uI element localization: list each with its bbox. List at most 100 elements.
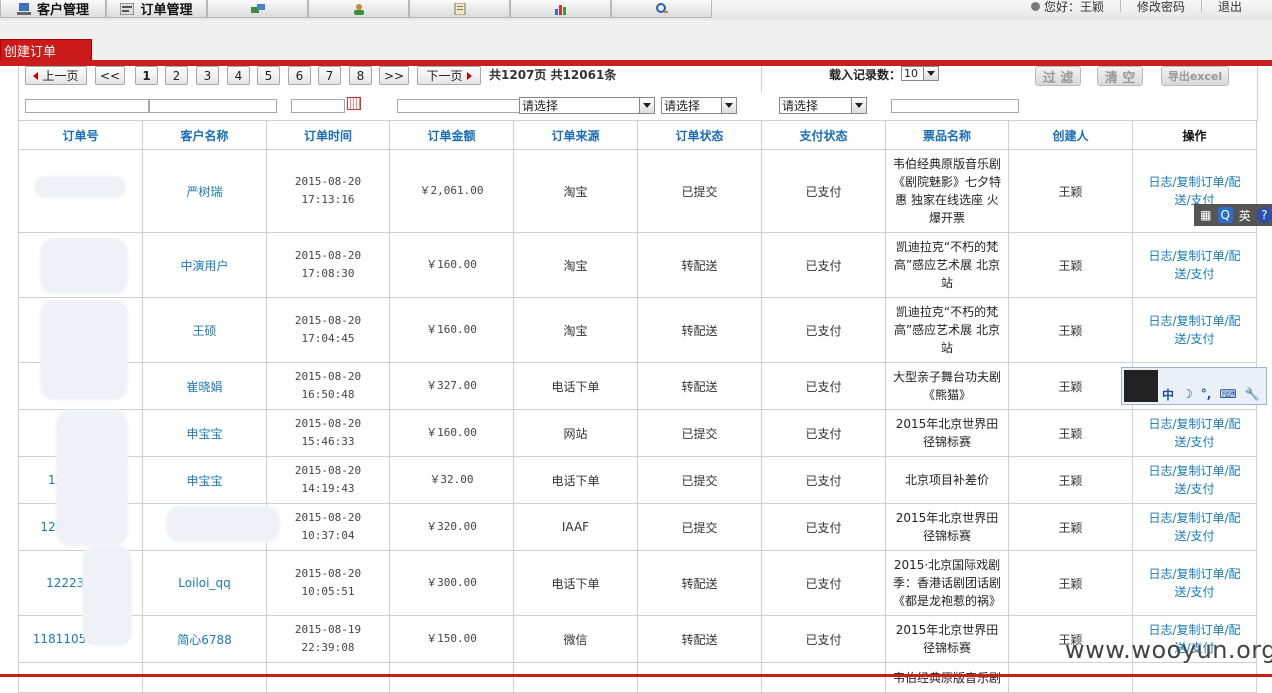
table-row[interactable]: 12 62 0崔晓娟2015-08-2016:50:48￥327.00电话下单转… (19, 363, 1257, 410)
pay-status-filter-select[interactable]: 请选择 (779, 97, 867, 114)
nav-tab-users[interactable] (308, 0, 409, 18)
customer-filter-input[interactable] (149, 99, 277, 113)
col-creator[interactable]: 创建人 (1009, 121, 1133, 150)
amount-cell: ￥150.00 (390, 616, 514, 663)
ime-search-icon[interactable]: Q (1218, 207, 1234, 223)
operations-links[interactable]: 日志/复制订单/配 (1137, 565, 1252, 583)
operations-cell[interactable]: 日志/复制订单/配送/支付 (1133, 298, 1257, 363)
operations-links[interactable]: 送/支付 (1137, 583, 1252, 601)
nav-tab-label: 客户管理 (37, 0, 89, 18)
last-page-button[interactable]: >> (379, 66, 409, 85)
amount-filter-input[interactable] (397, 99, 521, 113)
operations-links[interactable]: 日志/复制订单/配 (1137, 247, 1252, 265)
table-row[interactable]: 52827830600严树瑞2015-08-2017:13:16￥2,061.0… (19, 150, 1257, 233)
change-password-link[interactable]: 修改密码 (1137, 0, 1185, 15)
clear-button[interactable]: 清 空 (1097, 66, 1143, 86)
page-button-4[interactable]: 4 (227, 66, 250, 85)
col-source[interactable]: 订单来源 (514, 121, 638, 150)
ime-toolbar[interactable]: ▦ Q 英 ? (1194, 204, 1272, 226)
moon-icon[interactable]: ☽ (1182, 387, 1193, 401)
nav-tab-customer[interactable]: 客户管理 (0, 0, 106, 18)
page-button-7[interactable]: 7 (318, 66, 341, 85)
ime-status-panel[interactable]: 中 ☽ °, ⌨ 🔧 (1121, 367, 1267, 405)
col-order-time[interactable]: 订单时间 (267, 121, 390, 150)
prev-page-button[interactable]: 上一页 (25, 66, 87, 85)
customer-cell[interactable]: Loiloi_qq (143, 551, 267, 616)
page-button-5[interactable]: 5 (257, 66, 280, 85)
ime-language-label[interactable]: 英 (1237, 207, 1253, 223)
table-row[interactable]: 123753 00申宝宝2015-08-2014:19:43￥32.00电话下单… (19, 457, 1257, 504)
operations-links[interactable]: 日志/复制订单/配 (1137, 462, 1252, 480)
operations-cell[interactable]: 日志/复制订单/配送/支付 (1133, 233, 1257, 298)
customer-cell[interactable]: 申宝宝 (143, 457, 267, 504)
page-button-8[interactable]: 8 (349, 66, 372, 85)
load-count-select[interactable]: 10 (901, 66, 939, 81)
table-row[interactable]: 56436 0中演用户2015-08-2017:08:30￥160.00淘宝转配… (19, 233, 1257, 298)
operations-links[interactable]: 日志/复制订单/配 (1137, 509, 1252, 527)
logout-link[interactable]: 退出 (1218, 0, 1242, 15)
table-row[interactable]: 122230779Loiloi_qq2015-08-2010:05:51￥300… (19, 551, 1257, 616)
operations-cell[interactable]: 日志/复制订单/配送/支付 (1133, 410, 1257, 457)
nav-tab-transfer[interactable] (207, 0, 308, 18)
operations-cell[interactable] (1133, 663, 1257, 693)
date-filter-input[interactable] (291, 99, 345, 113)
ime-mode-label[interactable]: 中 (1162, 386, 1174, 403)
operations-links[interactable]: 送/支付 (1137, 330, 1252, 348)
operations-cell[interactable]: 日志/复制订单/配送/支付 (1133, 504, 1257, 551)
wrench-icon[interactable]: 🔧 (1245, 387, 1260, 401)
nav-tab-reports[interactable] (510, 0, 611, 18)
source-filter-select[interactable]: 请选择 (519, 97, 655, 114)
next-page-button[interactable]: 下一页 (417, 66, 481, 85)
col-status[interactable]: 订单状态 (638, 121, 762, 150)
calendar-icon[interactable] (347, 97, 361, 110)
page-button-2[interactable]: 2 (165, 66, 188, 85)
filter-button[interactable]: 过 滤 (1035, 66, 1081, 86)
operations-links[interactable]: 日志/复制订单/配 (1137, 173, 1252, 191)
help-icon[interactable]: ? (1257, 207, 1272, 223)
table-row[interactable]: 韦伯经典原版音乐剧 (19, 663, 1257, 693)
order-clock-time: 17:04:45 (271, 330, 385, 348)
col-customer[interactable]: 客户名称 (143, 121, 267, 150)
col-order-id[interactable]: 订单号 (19, 121, 143, 150)
operations-links[interactable]: 送/支付 (1137, 265, 1252, 283)
order-id-cell[interactable] (19, 663, 143, 693)
operations-cell[interactable]: 日志/复制订单/配送/支付 (1133, 551, 1257, 616)
order-id-filter-input[interactable] (25, 99, 149, 113)
table-row[interactable]: 12 441 0王硕2015-08-2017:04:45￥160.00淘宝转配送… (19, 298, 1257, 363)
col-pay-status[interactable]: 支付状态 (762, 121, 886, 150)
keyboard-grid-icon[interactable]: ▦ (1198, 207, 1214, 223)
operations-links[interactable]: 送/支付 (1137, 480, 1252, 498)
page-button-6[interactable]: 6 (288, 66, 311, 85)
status-filter-select[interactable]: 请选择 (661, 97, 737, 114)
customer-cell[interactable]: 中演用户 (143, 233, 267, 298)
export-excel-button[interactable]: 导出excel (1161, 66, 1229, 86)
table-row[interactable]: 1242 00申宝宝2015-08-2015:46:33￥160.00网站已提交… (19, 410, 1257, 457)
status-cell: 转配送 (638, 616, 762, 663)
greeting-text: 您好：王颖 (1044, 0, 1104, 15)
pagination-toolbar: 上一页 << 1 2 3 4 5 6 7 8 >> 下一页 共1207页 共12… (18, 66, 1258, 93)
status-cell: 转配送 (638, 233, 762, 298)
page-button-3[interactable]: 3 (196, 66, 219, 85)
customer-cell[interactable]: 崔晓娟 (143, 363, 267, 410)
operations-links[interactable]: 日志/复制订单/配 (1137, 312, 1252, 330)
col-ticket[interactable]: 票品名称 (886, 121, 1009, 150)
nav-tab-orders[interactable]: 订单管理 (106, 0, 207, 18)
customer-cell[interactable]: 严树瑞 (143, 150, 267, 233)
operations-links[interactable]: 送/支付 (1137, 433, 1252, 451)
ticket-filter-input[interactable] (891, 99, 1019, 113)
operations-links[interactable]: 日志/复制订单/配 (1137, 415, 1252, 433)
customer-cell[interactable]: 申宝宝 (143, 410, 267, 457)
operations-cell[interactable]: 日志/复制订单/配送/支付 (1133, 457, 1257, 504)
col-amount[interactable]: 订单金额 (390, 121, 514, 150)
first-page-button[interactable]: << (95, 66, 125, 85)
customer-cell[interactable]: 王硕 (143, 298, 267, 363)
tab-create-order[interactable]: 创建订单 (0, 39, 92, 60)
keyboard-icon[interactable]: ⌨ (1219, 387, 1236, 401)
page-button-1[interactable]: 1 (135, 66, 158, 85)
punctuation-icon[interactable]: °, (1201, 387, 1212, 401)
nav-tab-search[interactable] (611, 0, 712, 18)
customer-cell[interactable]: 简心6788 (143, 616, 267, 663)
customer-cell[interactable] (143, 663, 267, 693)
operations-links[interactable]: 送/支付 (1137, 527, 1252, 545)
nav-tab-documents[interactable] (409, 0, 510, 18)
